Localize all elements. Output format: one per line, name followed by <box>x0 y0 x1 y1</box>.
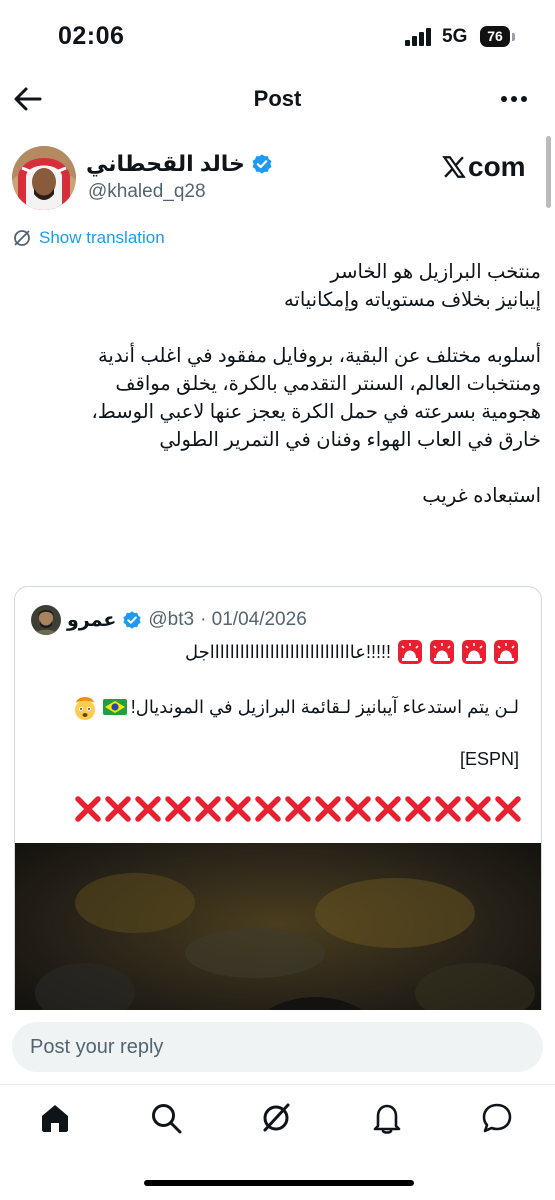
quoted-post-card[interactable]: عمرو @bt3 · 01/04/2026 عاااااااااااااااا… <box>14 586 542 1046</box>
more-options-button[interactable] <box>496 84 532 114</box>
quoted-line-news: لـن يتم استدعاء آيبانيز لـقائمة البرازيل… <box>71 693 519 721</box>
tweet-text: منتخب البرازيل هو الخاسر إيبانيز بخلاف م… <box>14 258 542 510</box>
avatar-image <box>12 146 76 210</box>
cross-mark-icon <box>255 796 281 822</box>
siren-icon <box>398 640 422 664</box>
tweet-line: إيبانيز بخلاف مستوياته وإمكانياته <box>283 289 541 311</box>
grok-icon <box>263 1103 290 1132</box>
quoted-source: [ESPN] <box>459 749 519 769</box>
author-avatar[interactable] <box>12 146 76 210</box>
tweet-line: أسلوبه مختلف عن البقية، بروفايل مفقود في… <box>97 345 541 367</box>
network-label: 5G <box>442 26 468 47</box>
cross-mark-icon <box>75 796 101 822</box>
verified-badge-icon <box>252 154 272 174</box>
show-translation-label: Show translation <box>39 228 165 247</box>
quoted-author-name: عمرو <box>67 609 117 631</box>
quoted-author-handle: @bt3 <box>148 609 195 630</box>
tweet-line: منتخب البرازيل هو الخاسر <box>330 261 541 283</box>
reply-input[interactable] <box>12 1022 543 1072</box>
cross-mark-icon <box>195 796 221 822</box>
scrollbar-thumb[interactable] <box>546 136 551 208</box>
post-header: Post <box>0 72 555 126</box>
quoted-verified-badge-icon <box>123 611 141 629</box>
more-icon <box>501 96 527 102</box>
battery-nub <box>512 33 515 41</box>
messages-icon <box>482 1103 512 1133</box>
translate-icon <box>14 230 30 246</box>
siren-icon <box>494 640 518 664</box>
x-logo-icon <box>442 156 466 178</box>
home-icon <box>42 1105 68 1132</box>
xcom-watermark: com <box>441 151 526 183</box>
tweet-gap <box>14 454 541 482</box>
cross-mark-icon <box>165 796 191 822</box>
quoted-post-header: عمرو @bt3 · 01/04/2026 <box>31 605 307 635</box>
quoted-line-urgent: عاااااااااااااااااااااااااااااجل!!!!! <box>185 639 519 665</box>
cross-mark-icon <box>315 796 341 822</box>
brazil-flag-icon <box>102 699 127 715</box>
nav-home[interactable] <box>38 1101 74 1137</box>
cross-mark-icon <box>135 796 161 822</box>
battery-icon: 76 <box>480 26 510 47</box>
tweet-line: هجومية بسرعته في حمل الكرة يعجز عنها لاع… <box>91 401 542 423</box>
cross-mark-icon <box>375 796 401 822</box>
show-translation-link[interactable]: Show translation <box>12 228 165 248</box>
tweet-line: خارق في العاب الهواء وفنان في التمرير ال… <box>159 429 541 451</box>
tweet-line: ومنتخبات العالم، السنتر التقدمي بالكرة، … <box>115 373 541 395</box>
exploding-head-icon <box>74 697 95 720</box>
cross-mark-icon <box>495 796 521 822</box>
cross-mark-icon <box>435 796 461 822</box>
status-time: 02:06 <box>58 22 125 50</box>
siren-icon <box>462 640 486 664</box>
bell-icon <box>373 1104 401 1134</box>
nav-messages[interactable] <box>480 1101 516 1137</box>
nav-search[interactable] <box>149 1101 185 1137</box>
author-handle[interactable]: @khaled_q28 <box>88 181 206 203</box>
quoted-news-text: لـن يتم استدعاء آيبانيز لـقائمة البرازيل… <box>130 696 519 717</box>
cross-mark-icon <box>285 796 311 822</box>
author-name[interactable]: خالد القحطاني <box>86 151 245 177</box>
tweet-line: استبعاده غريب <box>422 485 541 507</box>
signal-icon <box>405 28 433 46</box>
quoted-post-date: · 01/04/2026 <box>200 609 307 630</box>
tweet-gap <box>14 314 541 342</box>
author-name-row: خالد القحطاني <box>86 151 273 177</box>
home-indicator <box>144 1180 414 1186</box>
nav-grok[interactable] <box>259 1101 295 1137</box>
status-bar: 02:06 5G 76 <box>0 0 555 72</box>
cross-mark-icon <box>345 796 371 822</box>
cross-mark-icon <box>105 796 131 822</box>
siren-icon <box>430 640 454 664</box>
nav-notifications[interactable] <box>370 1101 406 1137</box>
reply-bar <box>0 1010 555 1084</box>
cross-mark-icon <box>225 796 251 822</box>
quoted-urgent-text: عاااااااااااااااااااااااااااااجل!!!!! <box>184 641 391 662</box>
cross-mark-icon <box>465 796 491 822</box>
quoted-avatar <box>31 605 61 635</box>
xcom-text: com <box>468 151 526 182</box>
cross-mark-row <box>75 796 521 822</box>
search-icon <box>152 1104 182 1134</box>
page-title: Post <box>253 86 302 111</box>
cross-mark-icon <box>405 796 431 822</box>
